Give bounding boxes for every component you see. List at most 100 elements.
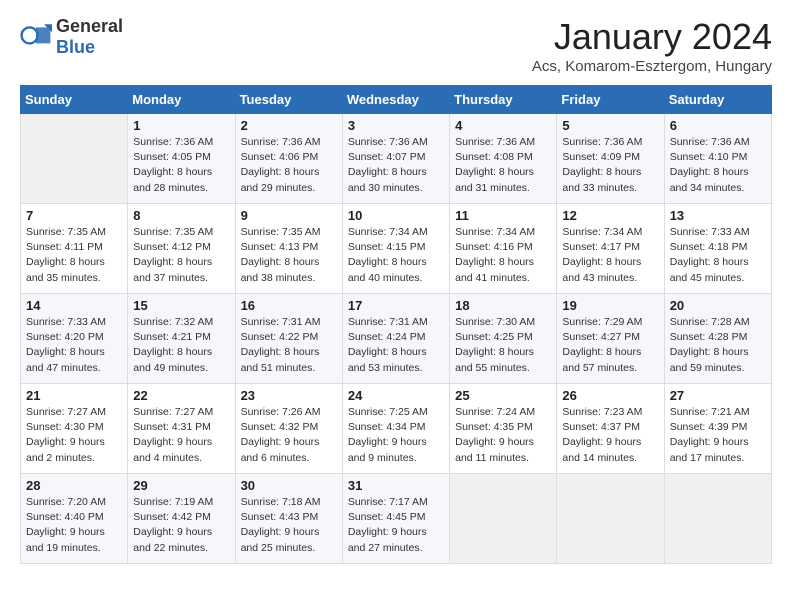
day-number: 21 — [26, 388, 122, 403]
calendar-cell: 21 Sunrise: 7:27 AMSunset: 4:30 PMDayligh… — [21, 384, 128, 474]
calendar-cell: 19Sunrise: 7:29 AMSunset: 4:27 PMDayligh… — [557, 294, 664, 384]
calendar-cell: 26 Sunrise: 7:23 AMSunset: 4:37 PMDayligh… — [557, 384, 664, 474]
weekday-header-sunday: Sunday — [21, 86, 128, 114]
day-info: Sunrise: 7:23 AMSunset: 4:37 PMDaylight:… — [562, 405, 658, 466]
day-number: 27 — [670, 388, 766, 403]
day-info: Sunrise: 7:36 AMSunset: 4:08 PMDaylight:… — [455, 135, 551, 196]
calendar-cell: 30Sunrise: 7:18 AMSunset: 4:43 PMDayligh… — [235, 474, 342, 564]
day-number: 11 — [455, 208, 551, 223]
day-number: 9 — [241, 208, 337, 223]
day-number: 22 — [133, 388, 229, 403]
day-info: Sunrise: 7:27 AMSunset: 4:31 PMDaylight:… — [133, 405, 229, 466]
day-info: Sunrise: 7:21 AMSunset: 4:39 PMDaylight:… — [670, 405, 766, 466]
weekday-header-tuesday: Tuesday — [235, 86, 342, 114]
calendar-cell: 31 Sunrise: 7:17 AMSunset: 4:45 PMDayligh… — [342, 474, 449, 564]
day-info: Sunrise: 7:35 AMSunset: 4:11 PMDaylight:… — [26, 225, 122, 286]
day-number: 7 — [26, 208, 122, 223]
day-info: Sunrise: 7:26 AMSunset: 4:32 PMDaylight:… — [241, 405, 337, 466]
logo: General Blue — [20, 16, 123, 58]
day-info: Sunrise: 7:36 AMSunset: 4:05 PMDaylight:… — [133, 135, 229, 196]
day-info: Sunrise: 7:18 AMSunset: 4:43 PMDaylight:… — [241, 495, 337, 556]
calendar-cell: 29Sunrise: 7:19 AMSunset: 4:42 PMDayligh… — [128, 474, 235, 564]
day-info: Sunrise: 7:35 AMSunset: 4:12 PMDaylight:… — [133, 225, 229, 286]
calendar-cell: 11Sunrise: 7:34 AMSunset: 4:16 PMDayligh… — [450, 204, 557, 294]
location: Acs, Komarom-Esztergom, Hungary — [532, 58, 772, 75]
calendar-table: SundayMondayTuesdayWednesdayThursdayFrid… — [20, 85, 772, 564]
day-info: Sunrise: 7:31 AMSunset: 4:24 PMDaylight:… — [348, 315, 444, 376]
calendar-week-row: 1Sunrise: 7:36 AMSunset: 4:05 PMDaylight… — [21, 114, 772, 204]
calendar-cell: 17 Sunrise: 7:31 AMSunset: 4:24 PMDayligh… — [342, 294, 449, 384]
calendar-week-row: 14 Sunrise: 7:33 AMSunset: 4:20 PMDayligh… — [21, 294, 772, 384]
calendar-week-row: 7 Sunrise: 7:35 AMSunset: 4:11 PMDaylight… — [21, 204, 772, 294]
weekday-header-friday: Friday — [557, 86, 664, 114]
day-number: 20 — [670, 298, 766, 313]
day-number: 31 — [348, 478, 444, 493]
calendar-cell: 24 Sunrise: 7:25 AMSunset: 4:34 PMDayligh… — [342, 384, 449, 474]
calendar-cell: 22 Sunrise: 7:27 AMSunset: 4:31 PMDayligh… — [128, 384, 235, 474]
day-number: 19 — [562, 298, 658, 313]
weekday-header-row: SundayMondayTuesdayWednesdayThursdayFrid… — [21, 86, 772, 114]
day-number: 23 — [241, 388, 337, 403]
day-number: 24 — [348, 388, 444, 403]
day-number: 8 — [133, 208, 229, 223]
day-number: 12 — [562, 208, 658, 223]
day-info: Sunrise: 7:25 AMSunset: 4:34 PMDaylight:… — [348, 405, 444, 466]
page-header: General Blue January 2024 Acs, Komarom-E… — [20, 16, 772, 75]
day-info: Sunrise: 7:35 AMSunset: 4:13 PMDaylight:… — [241, 225, 337, 286]
calendar-cell — [450, 474, 557, 564]
day-number: 25 — [455, 388, 551, 403]
calendar-cell: 25 Sunrise: 7:24 AMSunset: 4:35 PMDayligh… — [450, 384, 557, 474]
calendar-cell: 3Sunrise: 7:36 AMSunset: 4:07 PMDaylight… — [342, 114, 449, 204]
day-number: 28 — [26, 478, 122, 493]
day-number: 14 — [26, 298, 122, 313]
logo-blue: Blue — [56, 37, 95, 57]
day-info: Sunrise: 7:33 AMSunset: 4:18 PMDaylight:… — [670, 225, 766, 286]
day-info: Sunrise: 7:36 AMSunset: 4:09 PMDaylight:… — [562, 135, 658, 196]
calendar-cell: 27 Sunrise: 7:21 AMSunset: 4:39 PMDayligh… — [664, 384, 771, 474]
day-info: Sunrise: 7:34 AMSunset: 4:17 PMDaylight:… — [562, 225, 658, 286]
day-info: Sunrise: 7:28 AMSunset: 4:28 PMDaylight:… — [670, 315, 766, 376]
calendar-week-row: 28Sunrise: 7:20 AMSunset: 4:40 PMDayligh… — [21, 474, 772, 564]
calendar-cell — [21, 114, 128, 204]
day-info: Sunrise: 7:27 AMSunset: 4:30 PMDaylight:… — [26, 405, 122, 466]
calendar-cell: 20 Sunrise: 7:28 AMSunset: 4:28 PMDayligh… — [664, 294, 771, 384]
weekday-header-wednesday: Wednesday — [342, 86, 449, 114]
day-number: 10 — [348, 208, 444, 223]
day-number: 17 — [348, 298, 444, 313]
title-area: January 2024 Acs, Komarom-Esztergom, Hun… — [532, 16, 772, 75]
day-number: 6 — [670, 118, 766, 133]
day-info: Sunrise: 7:36 AMSunset: 4:10 PMDaylight:… — [670, 135, 766, 196]
day-info: Sunrise: 7:24 AMSunset: 4:35 PMDaylight:… — [455, 405, 551, 466]
day-info: Sunrise: 7:19 AMSunset: 4:42 PMDaylight:… — [133, 495, 229, 556]
day-number: 4 — [455, 118, 551, 133]
day-info: Sunrise: 7:17 AMSunset: 4:45 PMDaylight:… — [348, 495, 444, 556]
day-info: Sunrise: 7:33 AMSunset: 4:20 PMDaylight:… — [26, 315, 122, 376]
calendar-cell: 1Sunrise: 7:36 AMSunset: 4:05 PMDaylight… — [128, 114, 235, 204]
calendar-cell: 10 Sunrise: 7:34 AMSunset: 4:15 PMDayligh… — [342, 204, 449, 294]
day-number: 16 — [241, 298, 337, 313]
month-title: January 2024 — [532, 16, 772, 58]
calendar-cell: 7 Sunrise: 7:35 AMSunset: 4:11 PMDaylight… — [21, 204, 128, 294]
calendar-cell — [557, 474, 664, 564]
day-number: 13 — [670, 208, 766, 223]
day-number: 18 — [455, 298, 551, 313]
calendar-cell: 5Sunrise: 7:36 AMSunset: 4:09 PMDaylight… — [557, 114, 664, 204]
day-info: Sunrise: 7:31 AMSunset: 4:22 PMDaylight:… — [241, 315, 337, 376]
calendar-cell: 23 Sunrise: 7:26 AMSunset: 4:32 PMDayligh… — [235, 384, 342, 474]
calendar-cell: 15Sunrise: 7:32 AMSunset: 4:21 PMDayligh… — [128, 294, 235, 384]
day-info: Sunrise: 7:34 AMSunset: 4:15 PMDaylight:… — [348, 225, 444, 286]
calendar-cell: 2Sunrise: 7:36 AMSunset: 4:06 PMDaylight… — [235, 114, 342, 204]
calendar-cell: 8 Sunrise: 7:35 AMSunset: 4:12 PMDaylight… — [128, 204, 235, 294]
weekday-header-saturday: Saturday — [664, 86, 771, 114]
day-number: 2 — [241, 118, 337, 133]
logo-text: General Blue — [56, 16, 123, 58]
day-info: Sunrise: 7:30 AMSunset: 4:25 PMDaylight:… — [455, 315, 551, 376]
calendar-week-row: 21 Sunrise: 7:27 AMSunset: 4:30 PMDayligh… — [21, 384, 772, 474]
day-number: 26 — [562, 388, 658, 403]
calendar-cell — [664, 474, 771, 564]
weekday-header-monday: Monday — [128, 86, 235, 114]
day-number: 15 — [133, 298, 229, 313]
calendar-cell: 16 Sunrise: 7:31 AMSunset: 4:22 PMDayligh… — [235, 294, 342, 384]
calendar-cell: 4 Sunrise: 7:36 AMSunset: 4:08 PMDaylight… — [450, 114, 557, 204]
day-info: Sunrise: 7:36 AMSunset: 4:07 PMDaylight:… — [348, 135, 444, 196]
